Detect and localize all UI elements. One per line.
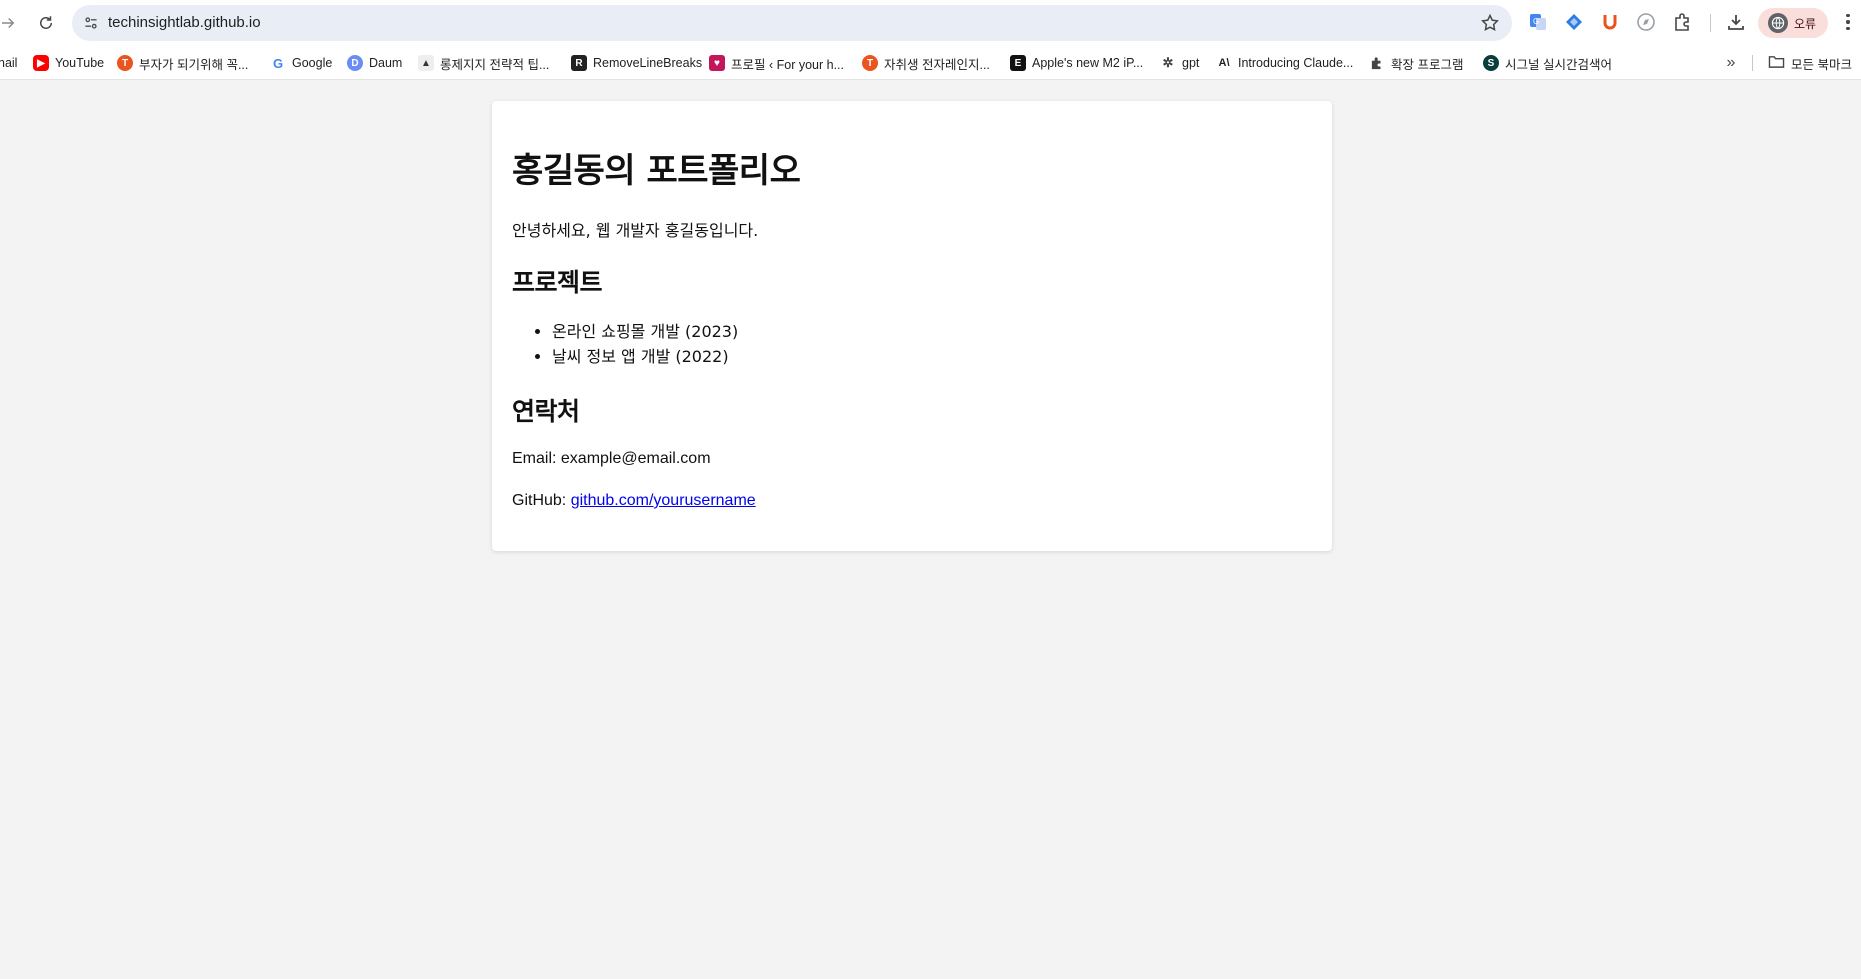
contact-heading: 연락처 (512, 397, 580, 426)
bookmark-tistory-1[interactable]: T 부자가 되기위해 꼭... (117, 46, 248, 80)
github-line: GitHub: github.com/yourusername (512, 492, 756, 510)
github-link[interactable]: github.com/yourusername (571, 492, 756, 509)
r-icon: R (571, 55, 587, 71)
diamond-extension-icon[interactable] (1563, 11, 1585, 33)
bookmark-label: 롱제지지 전략적 팁... (440, 57, 550, 72)
bookmark-engadget[interactable]: E Apple's new M2 iP... (1010, 46, 1143, 80)
bookmark-label: nail (0, 56, 18, 70)
bookmark-google[interactable]: G Google (270, 46, 332, 80)
forward-icon[interactable] (0, 9, 22, 37)
download-icon[interactable] (1725, 11, 1747, 33)
projects-heading: 프로젝트 (512, 268, 603, 297)
extensions-puzzle-icon[interactable] (1671, 11, 1693, 33)
tistory-icon: T (862, 55, 878, 71)
bookmark-signal[interactable]: S 시그널 실시간검색어 (1483, 46, 1612, 80)
intro-text: 안녕하세요, 웹 개발자 홍길동입니다. (512, 221, 759, 240)
bookmark-label: 부자가 되기위해 꼭... (139, 57, 249, 72)
profile-label: 오류 (1794, 16, 1817, 31)
more-menu-icon[interactable] (1840, 11, 1856, 33)
bookmark-label: Daum (369, 56, 403, 70)
bookmark-label: Google (292, 56, 333, 70)
bookmark-claude[interactable]: A\ Introducing Claude... (1216, 46, 1354, 80)
compass-extension-icon[interactable] (1635, 11, 1657, 33)
bookmark-label: 확장 프로그램 (1391, 57, 1464, 72)
bookmark-removelinebreaks[interactable]: R RemoveLineBreaks (571, 46, 702, 80)
bookmark-gpt[interactable]: ✲ gpt (1160, 46, 1200, 80)
bookmark-label: Apple's new M2 iP... (1032, 56, 1144, 70)
bookmarks-overflow-icon[interactable]: » (1720, 52, 1742, 74)
translate-extension-icon[interactable]: G (1527, 11, 1549, 33)
toolbar-divider (1710, 14, 1711, 32)
openai-icon: ✲ (1162, 55, 1174, 70)
puzzle-icon (1369, 55, 1385, 71)
tistory-icon: T (117, 55, 133, 71)
reload-icon[interactable] (32, 9, 60, 37)
bookmark-profile-site[interactable]: ♥ 프로필 ‹ For your h... (709, 46, 844, 80)
daum-icon: D (347, 55, 363, 71)
bookmark-gmail[interactable]: nail (0, 46, 17, 80)
bookmark-penguin-site[interactable]: ▲ 롱제지지 전략적 팁... (418, 46, 549, 80)
bookmark-label: gpt (1182, 56, 1200, 70)
svg-text:G: G (1533, 17, 1539, 26)
site-info-icon[interactable] (81, 13, 101, 33)
anthropic-icon: A\ (1218, 57, 1230, 69)
bookmark-tistory-2[interactable]: T 자취생 전자레인지... (862, 46, 990, 80)
bookmarks-bar: nail ▶ YouTube T 부자가 되기위해 꼭... G Google … (0, 46, 1861, 80)
bookmark-label: Introducing Claude... (1238, 56, 1354, 70)
u-extension-icon[interactable] (1599, 11, 1621, 33)
page-title: 홍길동의 포트폴리오 (512, 151, 801, 191)
profile-button[interactable]: 오류 (1758, 8, 1828, 38)
bookmark-youtube[interactable]: ▶ YouTube (33, 46, 104, 80)
bookmark-label: 자취생 전자레인지... (884, 57, 990, 72)
penguin-icon: ▲ (418, 55, 434, 71)
engadget-icon: E (1010, 55, 1026, 71)
bookmark-label: 시그널 실시간검색어 (1505, 57, 1612, 72)
bookmark-extensions[interactable]: 확장 프로그램 (1369, 46, 1463, 80)
browser-toolbar: techinsightlab.github.io G 오류 (0, 0, 1861, 46)
projects-list: 온라인 쇼핑몰 개발 (2023) 날씨 정보 앱 개발 (2022) (552, 319, 738, 369)
youtube-icon: ▶ (33, 55, 49, 71)
profile-avatar-icon (1768, 13, 1788, 33)
url-text[interactable]: techinsightlab.github.io (108, 14, 261, 31)
email-line: Email: example@email.com (512, 450, 711, 467)
portfolio-card: 홍길동의 포트폴리오 안녕하세요, 웹 개발자 홍길동입니다. 프로젝트 온라인… (492, 101, 1332, 551)
github-label: GitHub: (512, 492, 571, 509)
folder-icon (1768, 54, 1785, 72)
bookmarks-divider (1752, 55, 1753, 71)
bookmark-label: YouTube (55, 56, 105, 70)
bookmark-daum[interactable]: D Daum (347, 46, 402, 80)
all-bookmarks-folder[interactable]: 모든 북마크 (1768, 46, 1852, 80)
address-bar[interactable]: techinsightlab.github.io (72, 5, 1512, 41)
signal-icon: S (1483, 55, 1499, 71)
bookmark-label: 프로필 ‹ For your h... (731, 57, 844, 72)
bookmark-folder-label: 모든 북마크 (1791, 57, 1852, 72)
project-item: 날씨 정보 앱 개발 (2022) (552, 344, 738, 369)
bookmark-label: RemoveLineBreaks (593, 56, 703, 70)
bookmark-star-icon[interactable] (1480, 13, 1500, 33)
google-icon: G (272, 55, 284, 71)
profile-site-icon: ♥ (709, 55, 725, 71)
project-item: 온라인 쇼핑몰 개발 (2023) (552, 319, 738, 344)
